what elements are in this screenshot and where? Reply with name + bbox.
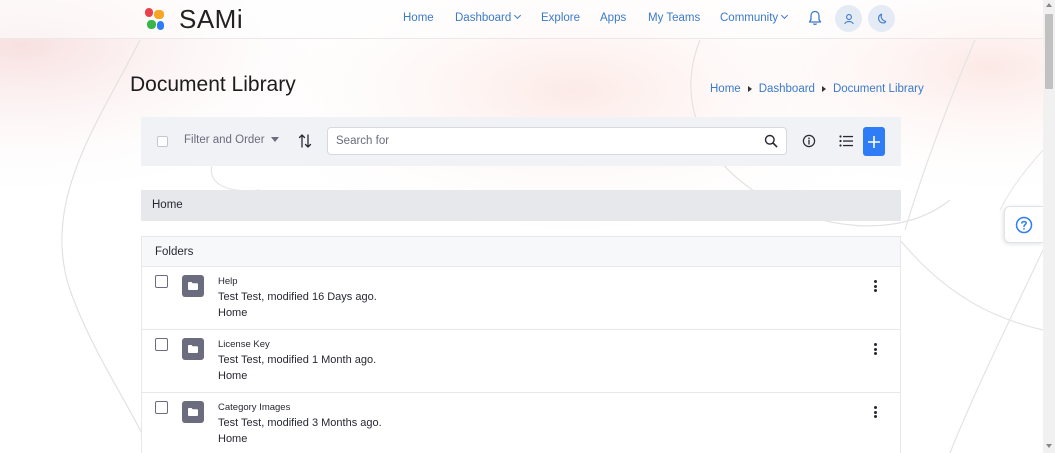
current-folder-label[interactable]: Home xyxy=(152,199,183,211)
breadcrumb-home[interactable]: Home xyxy=(710,83,741,95)
folder-meta: Test Test, modified 1 Month ago. xyxy=(218,354,377,366)
info-icon[interactable] xyxy=(802,134,816,148)
caret-down-icon xyxy=(270,137,279,142)
bell-icon[interactable] xyxy=(808,10,822,26)
dark-mode-toggle[interactable] xyxy=(868,5,895,32)
nav-link-explore[interactable]: Explore xyxy=(541,11,580,25)
row-checkbox[interactable] xyxy=(155,338,168,351)
folder-title[interactable]: Help xyxy=(218,276,238,287)
user-profile-button[interactable] xyxy=(835,5,862,32)
kebab-menu-icon[interactable] xyxy=(874,280,878,293)
logo[interactable]: SAMi xyxy=(145,5,243,33)
folders-panel: Folders Help Test Test, modified 16 Days… xyxy=(141,236,901,453)
moon-icon xyxy=(877,13,886,24)
row-checkbox[interactable] xyxy=(155,401,168,414)
logo-mark-icon xyxy=(145,6,167,32)
list-item: License Key Test Test, modified 1 Month … xyxy=(142,330,900,393)
list-item: Help Test Test, modified 16 Days ago. Ho… xyxy=(142,267,900,330)
nav-link-home[interactable]: Home xyxy=(403,11,434,25)
nav-link-community[interactable]: Community xyxy=(720,11,789,25)
search-icon[interactable] xyxy=(764,134,778,148)
breadcrumb-dashboard[interactable]: Dashboard xyxy=(759,83,815,95)
folder-meta: Test Test, modified 3 Months ago. xyxy=(218,417,382,429)
kebab-menu-icon[interactable] xyxy=(874,406,878,419)
search-input[interactable] xyxy=(328,128,748,154)
folders-header-label: Folders xyxy=(155,246,194,258)
breadcrumb-separator-icon xyxy=(747,86,752,92)
folder-icon xyxy=(182,401,204,423)
page-scrollbar[interactable] xyxy=(1043,0,1055,453)
folder-icon xyxy=(182,275,204,297)
filter-and-order-dropdown[interactable]: Filter and Order xyxy=(184,134,279,146)
user-icon xyxy=(843,13,854,24)
nav-link-my-teams[interactable]: My Teams xyxy=(648,11,700,25)
folder-path: Home xyxy=(218,307,248,319)
sort-icon[interactable] xyxy=(298,133,312,149)
select-all-checkbox[interactable] xyxy=(157,136,168,147)
list-view-icon[interactable] xyxy=(839,135,853,147)
nav-link-dashboard[interactable]: Dashboard xyxy=(455,11,522,25)
folder-path: Home xyxy=(218,370,248,382)
folder-icon xyxy=(182,338,204,360)
folders-header: Folders xyxy=(142,237,900,267)
help-question-icon xyxy=(1015,216,1033,233)
page-title: Document Library xyxy=(130,73,296,96)
breadcrumb-document-library[interactable]: Document Library xyxy=(833,83,924,95)
current-folder-bar: Home xyxy=(141,190,901,221)
management-toolbar: Filter and Order xyxy=(141,117,901,166)
breadcrumb-separator-icon xyxy=(821,86,826,92)
logo-text: SAMi xyxy=(179,4,244,34)
kebab-menu-icon[interactable] xyxy=(874,343,878,356)
row-checkbox[interactable] xyxy=(155,275,168,288)
scroll-up-arrow-icon[interactable] xyxy=(1046,3,1052,7)
plus-icon xyxy=(868,135,880,148)
add-button[interactable] xyxy=(863,127,885,156)
top-navbar: SAMi Home Dashboard Explore Apps My Team… xyxy=(0,0,1043,39)
chevron-down-icon xyxy=(514,11,522,20)
nav-link-apps[interactable]: Apps xyxy=(600,11,626,25)
folder-title[interactable]: License Key xyxy=(218,339,270,350)
scrollbar-thumb[interactable] xyxy=(1045,14,1053,89)
list-item: Category Images Test Test, modified 3 Mo… xyxy=(142,393,900,453)
scroll-down-arrow-icon[interactable] xyxy=(1046,444,1052,448)
folder-meta: Test Test, modified 16 Days ago. xyxy=(218,291,377,303)
chevron-down-icon xyxy=(781,11,789,20)
folder-path: Home xyxy=(218,433,248,445)
folder-title[interactable]: Category Images xyxy=(218,402,290,413)
help-widget-button[interactable] xyxy=(1004,206,1043,243)
search-box xyxy=(327,127,787,155)
breadcrumb: Home Dashboard Document Library xyxy=(710,83,924,95)
